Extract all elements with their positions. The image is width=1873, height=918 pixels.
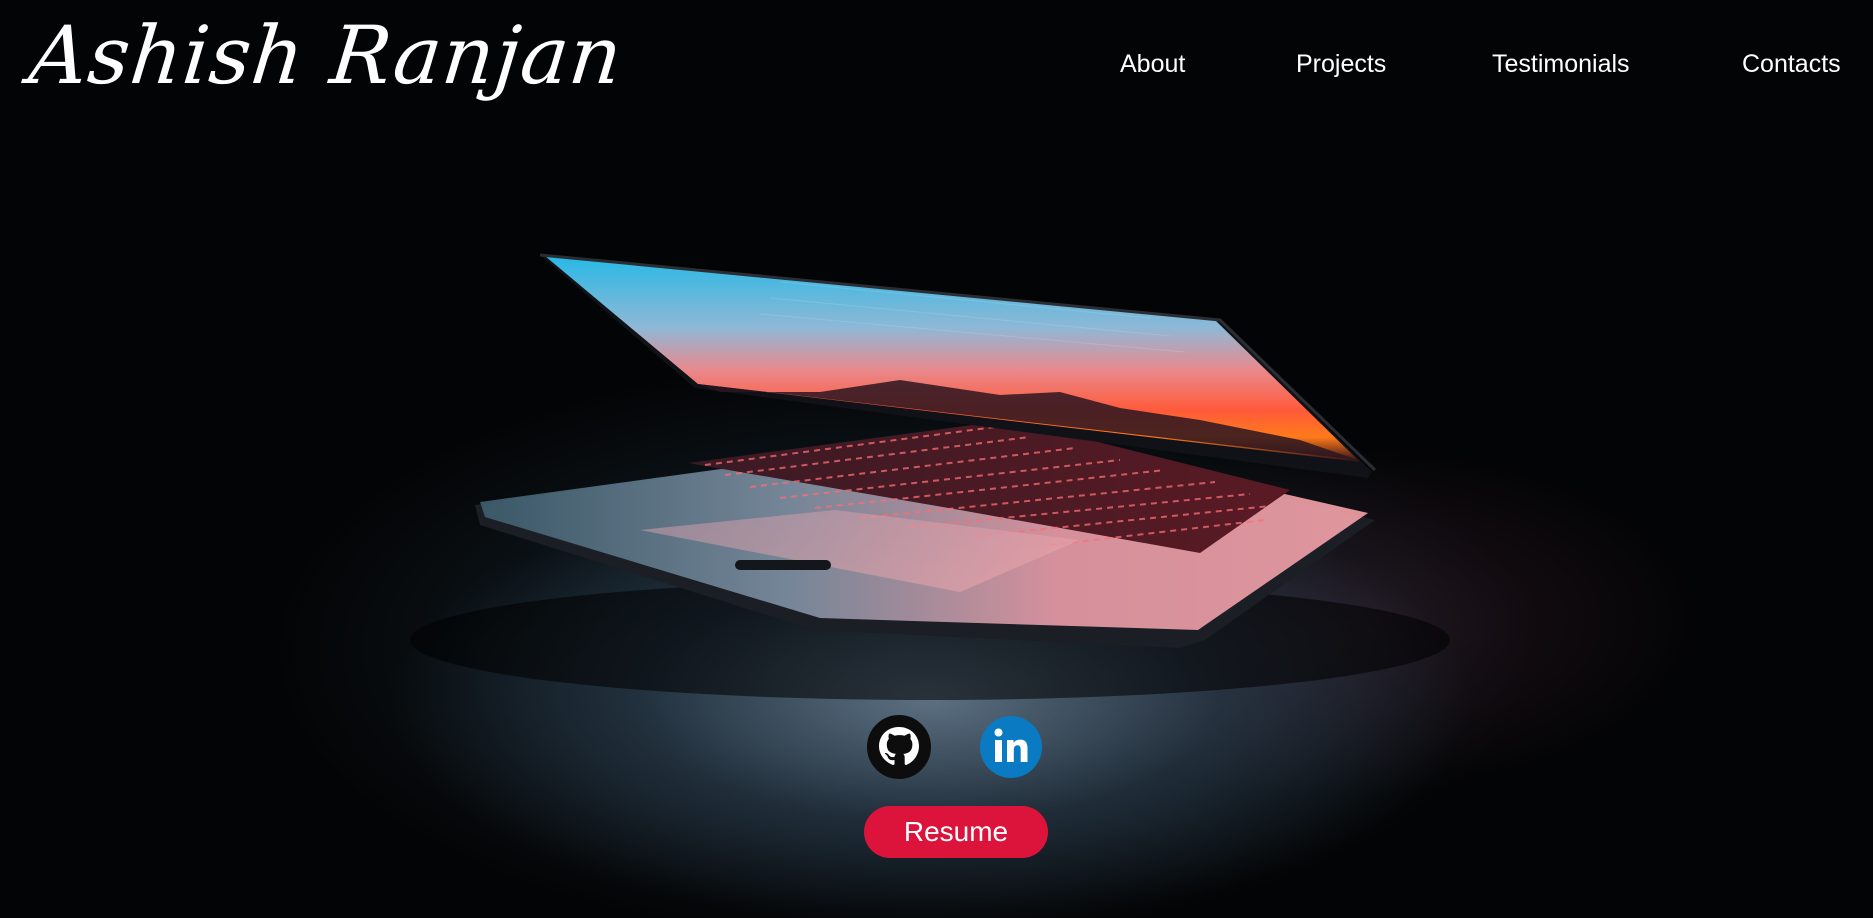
nav-link-about[interactable]: About [1120,52,1185,77]
portfolio-page: Ashish Ranjan About Projects Testimonial… [0,0,1873,918]
nav-link-projects[interactable]: Projects [1296,52,1386,77]
social-links [0,715,1873,781]
linkedin-icon [980,716,1042,778]
nav-link-contacts[interactable]: Contacts [1742,52,1841,77]
nav-link-testimonials[interactable]: Testimonials [1492,52,1630,77]
site-header: Ashish Ranjan About Projects Testimonial… [0,0,1873,130]
github-icon [867,715,931,779]
main-nav: About Projects Testimonials Contacts [0,52,1873,92]
linkedin-link[interactable] [979,715,1043,779]
github-link[interactable] [867,715,931,779]
resume-button[interactable]: Resume [864,806,1048,858]
